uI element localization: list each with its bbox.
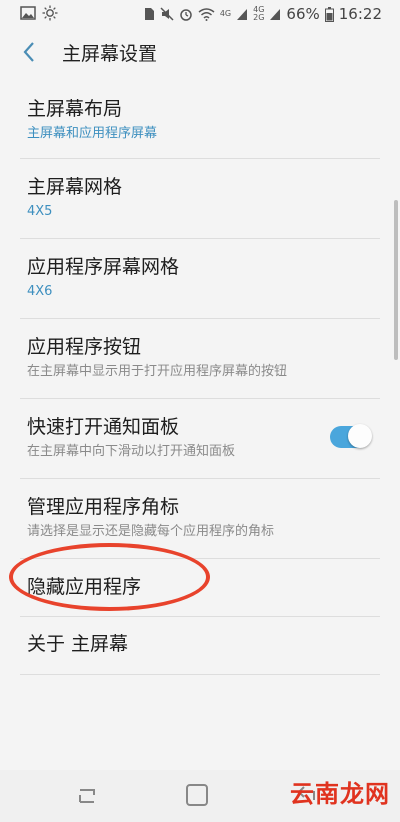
setting-value: 4X6 — [27, 284, 53, 299]
setting-title: 应用程序屏幕网格 — [27, 256, 180, 278]
network-type-2: 4G 2G — [253, 6, 264, 22]
setting-title: 主屏幕网格 — [27, 176, 123, 198]
setting-apps-grid[interactable]: 应用程序屏幕网格 4X6 — [20, 239, 380, 319]
setting-value: 4X5 — [27, 204, 53, 219]
signal-icon-1 — [237, 9, 248, 20]
setting-hide-apps[interactable]: 隐藏应用程序 — [20, 559, 380, 617]
watermark-logo: 云南龙网 — [290, 780, 390, 808]
battery-percent: 66% — [286, 5, 320, 23]
sim-icon — [144, 8, 154, 20]
status-right: 4G 4G 2G 66% 16:22 — [144, 5, 382, 23]
setting-home-layout[interactable]: 主屏幕布局 主屏幕和应用程序屏幕 — [20, 80, 380, 159]
clock: 16:22 — [338, 5, 382, 23]
setting-title: 隐藏应用程序 — [27, 576, 142, 598]
toggle-knob — [348, 424, 372, 448]
scrollbar-thumb[interactable] — [394, 200, 398, 360]
setting-title: 应用程序按钮 — [27, 336, 142, 358]
setting-app-badges[interactable]: 管理应用程序角标 请选择是显示还是隐藏每个应用程序的角标 — [20, 479, 380, 559]
page-title: 主屏幕设置 — [62, 43, 158, 65]
setting-title: 主屏幕布局 — [27, 98, 123, 120]
settings-list: 主屏幕布局 主屏幕和应用程序屏幕 主屏幕网格 4X5 应用程序屏幕网格 4X6 … — [0, 80, 400, 675]
setting-apps-button[interactable]: 应用程序按钮 在主屏幕中显示用于打开应用程序屏幕的按钮 — [20, 319, 380, 399]
setting-home-grid[interactable]: 主屏幕网格 4X5 — [20, 159, 380, 239]
app-header: 主屏幕设置 — [0, 30, 400, 80]
setting-description: 在主屏幕中向下滑动以打开通知面板 — [27, 444, 236, 459]
network-type-1: 4G — [219, 9, 232, 18]
setting-title: 管理应用程序角标 — [27, 496, 180, 518]
battery-icon — [324, 6, 334, 22]
setting-title: 关于 主屏幕 — [27, 633, 129, 655]
back-arrow-icon[interactable] — [22, 41, 46, 69]
setting-value: 主屏幕和应用程序屏幕 — [27, 126, 158, 141]
setting-quick-notification[interactable]: 快速打开通知面板 在主屏幕中向下滑动以打开通知面板 — [20, 399, 380, 479]
setting-about-home[interactable]: 关于 主屏幕 — [20, 617, 380, 675]
recent-apps-icon[interactable] — [76, 786, 98, 806]
alarm-icon — [180, 9, 192, 21]
image-icon — [20, 6, 36, 20]
brightness-icon — [42, 5, 58, 21]
setting-title: 快速打开通知面板 — [27, 416, 180, 438]
wifi-icon — [198, 8, 215, 21]
status-bar: 4G 4G 2G 66% 16:22 — [0, 0, 400, 30]
network-type-2b: 2G — [253, 13, 265, 22]
notification-panel-toggle[interactable] — [330, 424, 372, 448]
mute-icon — [160, 7, 174, 21]
status-left — [20, 5, 58, 21]
home-icon[interactable] — [186, 784, 208, 806]
setting-description: 在主屏幕中显示用于打开应用程序屏幕的按钮 — [27, 364, 288, 379]
signal-icon-2 — [270, 9, 281, 20]
setting-description: 请选择是显示还是隐藏每个应用程序的角标 — [27, 524, 275, 539]
